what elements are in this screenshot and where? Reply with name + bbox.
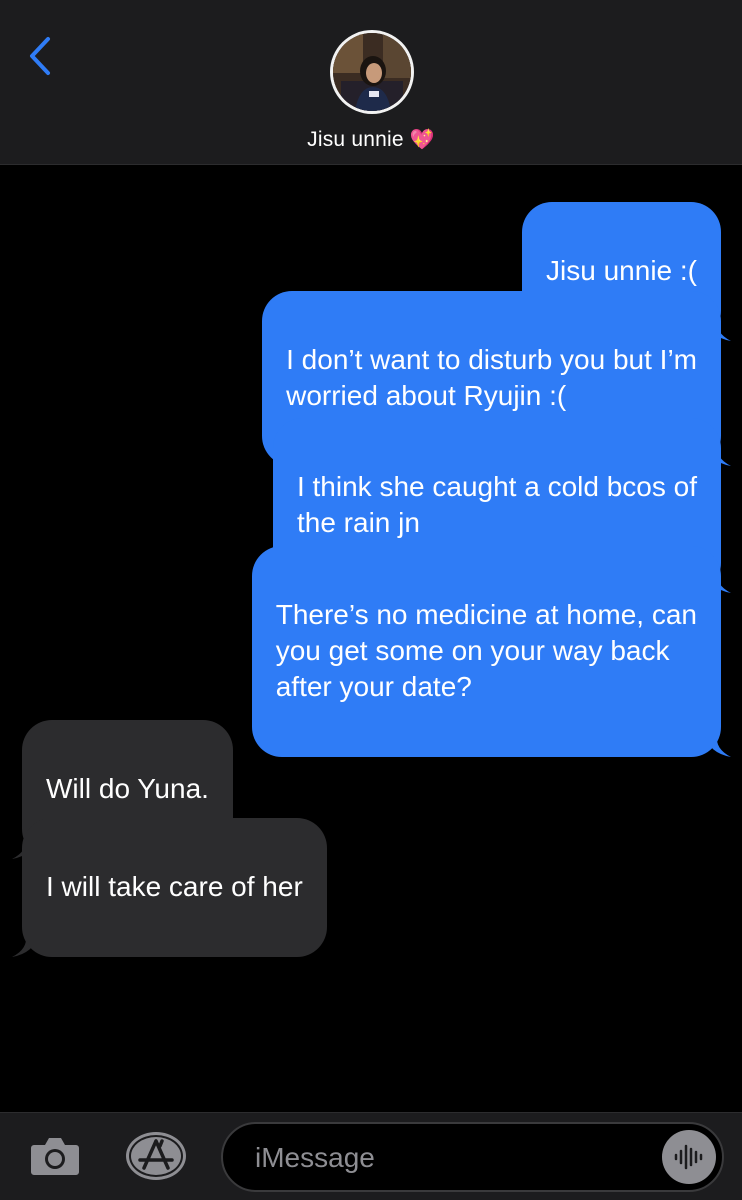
message-text: Will do Yuna. bbox=[46, 773, 209, 804]
bubble-tail bbox=[12, 935, 38, 957]
message-list: Jisu unnie :( I don’t want to disturb yo… bbox=[0, 166, 742, 1112]
back-button[interactable] bbox=[22, 34, 58, 78]
contact-name: Jisu unnie bbox=[307, 128, 404, 151]
sparkling-heart-emoji: 💖 bbox=[409, 129, 435, 151]
audio-message-button[interactable] bbox=[662, 1130, 716, 1184]
chevron-left-icon bbox=[30, 37, 50, 75]
message-input[interactable] bbox=[255, 1138, 635, 1178]
contact-name-row[interactable]: Jisu unnie 💖 bbox=[0, 127, 742, 152]
bubble-tail bbox=[705, 735, 731, 757]
message-text: Jisu unnie :( bbox=[546, 255, 697, 286]
audio-waveform-icon bbox=[674, 1144, 703, 1170]
message-text: I will take care of her bbox=[46, 871, 303, 902]
message-text: I think she caught a cold bcos of the ra… bbox=[296, 471, 697, 538]
camera-button[interactable] bbox=[30, 1133, 80, 1177]
message-text: I don’t want to disturb you but I’m worr… bbox=[286, 344, 697, 411]
app-store-icon bbox=[126, 1132, 186, 1180]
apps-button[interactable] bbox=[124, 1130, 188, 1182]
message-bubble-received[interactable]: I will take care of her bbox=[12, 818, 327, 957]
compose-bar bbox=[0, 1112, 742, 1200]
camera-icon bbox=[31, 1138, 79, 1175]
message-bubble-sent[interactable]: There’s no medicine at home, can you get… bbox=[251, 546, 731, 757]
avatar-photo bbox=[333, 33, 411, 111]
messages-app: Jisu unnie 💖 Jisu unnie :( I don’t want t… bbox=[0, 0, 742, 1200]
imessage-input-field[interactable] bbox=[221, 1122, 724, 1192]
message-text: There’s no medicine at home, can you get… bbox=[275, 599, 697, 702]
contact-avatar[interactable] bbox=[330, 30, 414, 114]
conversation-header: Jisu unnie 💖 bbox=[0, 0, 742, 165]
